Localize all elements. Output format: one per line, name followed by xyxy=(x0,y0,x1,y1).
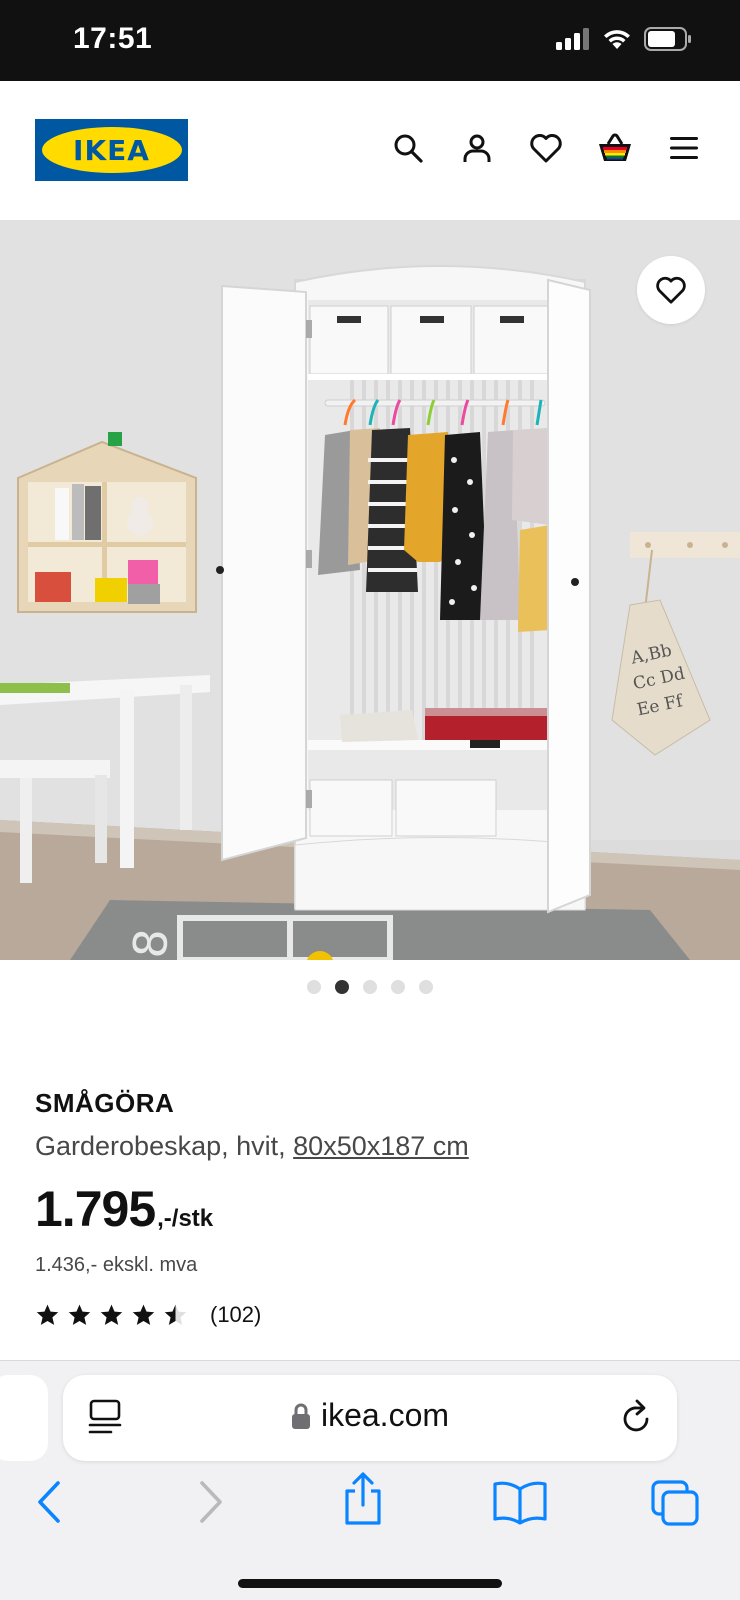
url-text: ikea.com xyxy=(320,1397,450,1433)
cellular-signal-icon xyxy=(556,28,589,50)
search-icon xyxy=(394,134,423,163)
wardrobe-room-illustration: 8 A,Bb Cc Dd Ee Ff xyxy=(0,220,740,960)
share-button[interactable] xyxy=(340,1471,386,1532)
image-carousel-dots xyxy=(0,980,740,994)
forward-icon xyxy=(200,1481,222,1523)
price-suffix: ,-/stk xyxy=(157,1205,214,1232)
add-to-wishlist-button[interactable] xyxy=(637,256,705,324)
status-icons xyxy=(556,27,692,51)
battery-icon xyxy=(644,27,691,51)
status-bar: 17:51 xyxy=(0,0,740,81)
browser-chrome: ikea.com xyxy=(0,1360,740,1600)
reload-button[interactable] xyxy=(619,1397,655,1442)
search-button[interactable] xyxy=(390,130,426,166)
product-image[interactable]: 8 A,Bb Cc Dd Ee Ff xyxy=(0,220,740,960)
wishlist-icon xyxy=(530,134,562,163)
status-time: 17:51 xyxy=(73,22,153,55)
product-rating[interactable]: (102) xyxy=(35,1302,261,1328)
tabs-icon xyxy=(651,1480,699,1526)
previous-tab-preview[interactable] xyxy=(0,1375,48,1461)
rating-stars xyxy=(35,1303,188,1327)
menu-icon xyxy=(670,137,698,159)
product-name: SMÅGÖRA xyxy=(35,1088,175,1118)
star-icon xyxy=(100,1304,123,1325)
account-icon xyxy=(463,134,491,162)
wifi-icon xyxy=(604,30,630,49)
star-icon xyxy=(68,1304,91,1325)
product-info: SMÅGÖRA Garderobeskap, hvit, 80x50x187 c… xyxy=(35,1088,715,1327)
carousel-dot[interactable] xyxy=(307,980,321,994)
wishlist-button[interactable] xyxy=(528,130,564,166)
browser-toolbar xyxy=(0,1472,740,1539)
carousel-dot[interactable] xyxy=(363,980,377,994)
address-bar[interactable]: ikea.com xyxy=(63,1375,677,1461)
svg-text:8: 8 xyxy=(122,926,178,960)
forward-button[interactable] xyxy=(196,1479,226,1530)
back-button[interactable] xyxy=(34,1479,64,1530)
star-icon xyxy=(164,1304,187,1325)
product-dimensions-link[interactable]: 80x50x187 cm xyxy=(293,1131,469,1161)
menu-button[interactable] xyxy=(666,130,702,166)
ikea-logo[interactable]: IKEA xyxy=(35,119,188,181)
home-indicator[interactable] xyxy=(238,1579,502,1588)
carousel-dot[interactable] xyxy=(335,980,349,994)
star-icon xyxy=(36,1304,59,1325)
product-price: 1.795 ,-/stk xyxy=(35,1180,715,1238)
logo-text: IKEA xyxy=(73,133,150,167)
star-icon xyxy=(132,1304,155,1325)
price-amount: 1.795 xyxy=(35,1181,156,1237)
lock-icon xyxy=(291,1403,310,1429)
reload-icon xyxy=(623,1399,649,1432)
heart-icon xyxy=(656,276,686,304)
rating-count: (102) xyxy=(210,1302,262,1327)
account-button[interactable] xyxy=(459,130,495,166)
cart-button[interactable] xyxy=(597,130,633,166)
tabs-button[interactable] xyxy=(650,1479,700,1532)
carousel-dot[interactable] xyxy=(391,980,405,994)
back-icon xyxy=(38,1481,60,1523)
price-excl-vat: 1.436,- ekskl. mva xyxy=(35,1254,198,1276)
cart-icon xyxy=(599,133,631,161)
product-type: Garderobeskap, hvit, xyxy=(35,1131,286,1161)
site-header: IKEA xyxy=(0,81,740,220)
product-description: Garderobeskap, hvit, 80x50x187 cm xyxy=(35,1131,715,1162)
share-icon xyxy=(345,1472,381,1525)
header-icons xyxy=(390,130,702,166)
bookmarks-button[interactable] xyxy=(492,1479,548,1530)
bookmarks-icon xyxy=(493,1481,547,1525)
carousel-dot[interactable] xyxy=(419,980,433,994)
